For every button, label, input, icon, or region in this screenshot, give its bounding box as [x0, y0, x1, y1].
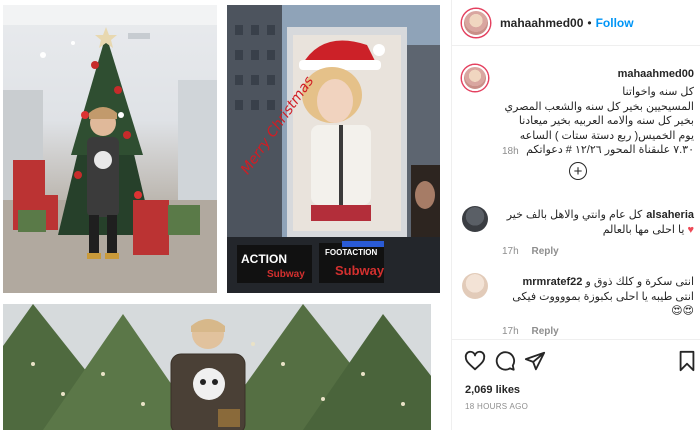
- paper-plane-icon[interactable]: [524, 350, 546, 372]
- sign-subway-left: Subway: [267, 269, 305, 280]
- caption-time: 18h: [502, 146, 519, 157]
- caption-line: بخير كل سنه والامه العربيه بخير ميعادنا: [518, 115, 694, 127]
- post-media[interactable]: Merry Christmas ACTION Subway FOOTACTION…: [0, 0, 451, 430]
- comment-text: انتى سكرة و كلك ذوق و mrmratef22 انتى طي…: [498, 275, 694, 319]
- plus-circle-icon[interactable]: +: [569, 162, 587, 180]
- caption-avatar[interactable]: [462, 65, 488, 91]
- comment-item: alsaheriaكل عام وانتي والاهل بالف خير ♥ …: [462, 206, 694, 246]
- header-separator: •: [587, 15, 592, 30]
- caption: mahaahmed00 كل سنه واخواتنا المسيحيين بخ…: [462, 65, 694, 165]
- photo-christmas-tree[interactable]: [3, 5, 217, 293]
- commenter-avatar[interactable]: [462, 206, 488, 232]
- comment-text: alsaheriaكل عام وانتي والاهل بالف خير ♥ …: [498, 208, 694, 237]
- comment-meta: 17h Reply: [502, 326, 559, 337]
- caption-line: المسيحيين بخير كل سنه والشعب المصري: [504, 100, 694, 113]
- sign-action: ACTION: [241, 252, 287, 266]
- sign-subway-right: Subway: [335, 263, 385, 278]
- comment-line: انتى طيبه يا احلى بكبوزة بمووووت فيكى: [512, 290, 694, 303]
- comment-time: 17h: [502, 326, 519, 337]
- reply-button[interactable]: Reply: [531, 246, 558, 257]
- reply-button[interactable]: Reply: [531, 326, 558, 337]
- christmas-tree-scene: [3, 5, 217, 293]
- comment-line: انتى سكرة و كلك ذوق و: [585, 276, 694, 288]
- comments-section[interactable]: mahaahmed00 كل سنه واخواتنا المسيحيين بخ…: [452, 47, 700, 339]
- comment-icon[interactable]: [494, 350, 516, 372]
- heart-icon[interactable]: [464, 350, 486, 372]
- caption-line: يوم الخميس( ربع دستة ستات ) الساعه: [519, 129, 694, 142]
- photo-billboard[interactable]: Merry Christmas ACTION Subway FOOTACTION…: [227, 5, 440, 293]
- comment-line: يا احلى مها بالعالم: [602, 223, 685, 236]
- trees-scene: [3, 304, 431, 430]
- caption-line: كل سنه واخواتنا: [622, 86, 694, 98]
- comment-item: انتى سكرة و كلك ذوق و mrmratef22 انتى طي…: [462, 273, 694, 325]
- sign-footaction: FOOTACTION: [325, 248, 378, 257]
- heart-emoji: ♥: [687, 223, 694, 236]
- photo-trees[interactable]: [3, 304, 431, 430]
- comment-time: 17h: [502, 246, 519, 257]
- commenter-avatar[interactable]: [462, 273, 488, 299]
- author-avatar[interactable]: [462, 8, 490, 37]
- comment-line: كل عام وانتي والاهل بالف خير: [506, 209, 643, 221]
- caption-text: كل سنه واخواتنا المسيحيين بخير كل سنه وا…: [498, 85, 694, 158]
- comment-username[interactable]: alsaheria: [646, 209, 694, 221]
- action-bar: 2,069 likes 18 HOURS AGO: [452, 339, 700, 430]
- post-panel: mahaahmed00 • Follow mahaahmed00 كل سنه …: [451, 0, 700, 430]
- caption-username[interactable]: mahaahmed00: [618, 68, 694, 80]
- comment-emoji: 😍😍: [671, 305, 694, 317]
- post-header: mahaahmed00 • Follow: [452, 0, 700, 46]
- comment-username[interactable]: mrmratef22: [522, 276, 582, 288]
- post-timestamp: 18 HOURS AGO: [465, 402, 529, 411]
- author-username[interactable]: mahaahmed00: [500, 16, 583, 30]
- bookmark-icon[interactable]: [676, 350, 698, 372]
- caption-line: ٧.٣٠ علىقناة المحور ١٢/٢٦ # دعواتكم: [526, 144, 694, 156]
- billboard-scene: Merry Christmas ACTION Subway FOOTACTION…: [227, 5, 440, 293]
- comment-meta: 17h Reply: [502, 246, 559, 257]
- likes-count[interactable]: 2,069 likes: [465, 384, 520, 396]
- follow-button[interactable]: Follow: [596, 16, 634, 30]
